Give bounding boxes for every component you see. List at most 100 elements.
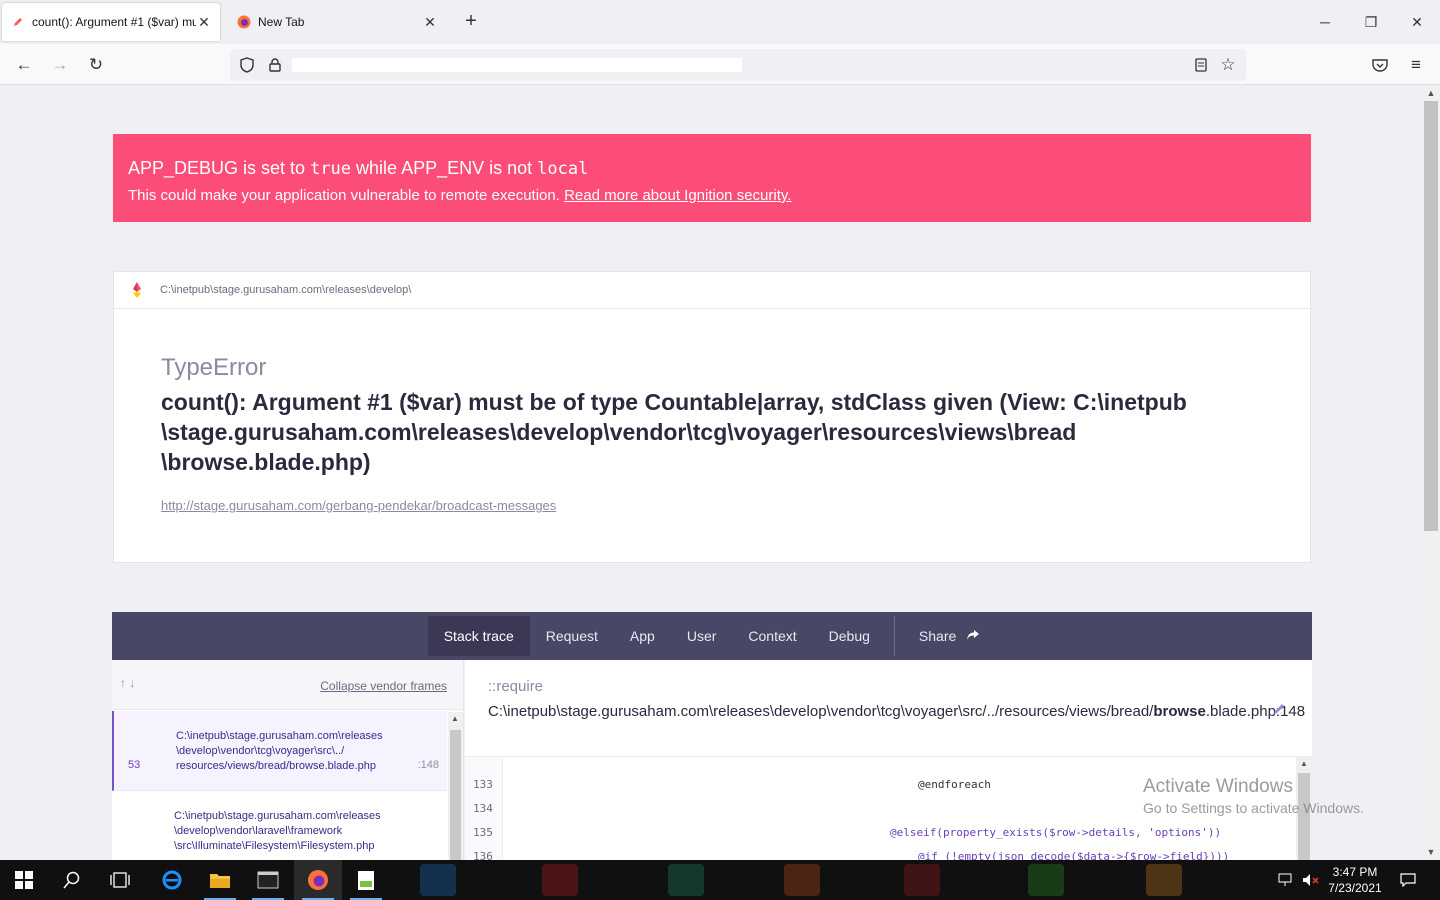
youtube-icon[interactable] [542,864,578,896]
frame-line: :148 [417,759,439,771]
tab-divider [893,616,895,656]
reader-view-icon[interactable] [1192,56,1210,74]
tab-stack-trace[interactable]: Stack trace [427,616,530,656]
reload-icon[interactable]: ↻ [82,51,110,79]
watermark-title: Activate Windows [1143,776,1293,797]
page-content: APP_DEBUG is set to true while APP_ENV i… [0,85,1422,860]
app-env-label: APP_ENV [401,158,485,178]
local-value: local [537,159,589,179]
frame-nav-arrows-icon[interactable]: ↑ ↓ [120,676,135,690]
lock-icon[interactable] [266,56,284,74]
frame-number: 53 [128,759,141,771]
new-tab-button[interactable]: + [460,10,482,32]
tab-debug[interactable]: Debug [813,616,886,656]
notifications-icon[interactable] [1394,860,1422,900]
error-card-header: C:\inetpub\stage.gurusaham.com\releases\… [114,272,1310,309]
window-close-icon[interactable]: ✕ [1394,0,1440,44]
tab-app[interactable]: App [614,616,671,656]
warning-description: This could make your application vulnera… [128,187,565,204]
request-url-link[interactable]: http://stage.gurusaham.com/gerbang-pende… [161,498,556,513]
volume-muted-icon[interactable] [1300,860,1322,900]
debug-warning-banner: APP_DEBUG is set to true while APP_ENV i… [113,134,1311,222]
scroll-up-icon[interactable]: ▲ [1422,86,1440,100]
clock-time: 3:47 PM [1332,865,1378,879]
pinned-app-icon[interactable] [1146,864,1182,896]
close-tab-icon[interactable]: ✕ [196,14,212,30]
line-number-gutter: 133 134 135 136 [465,757,503,860]
frame-path-dir: C:\inetpub\stage.gurusaham.com\releases\… [488,703,1154,720]
tab-title: count(): Argument #1 ($var) mus [32,15,196,29]
pencil-favicon-icon [10,14,26,30]
pinned-app-icon[interactable] [784,864,820,896]
pinned-app-icon[interactable] [1028,864,1064,896]
pinned-app-icon[interactable] [420,864,456,896]
frames-scroll-thumb[interactable] [450,730,461,860]
pencil-edit-icon[interactable] [1272,702,1288,718]
pinned-app-icon[interactable] [668,864,704,896]
pocket-icon[interactable] [1366,51,1394,79]
ignition-security-link[interactable]: Read more about Ignition security. [564,187,791,204]
close-tab-icon[interactable]: ✕ [422,14,438,30]
warning-subtext: This could make your application vulnera… [128,185,1296,207]
firefox-taskbar-icon[interactable] [294,860,342,900]
tab-context[interactable]: Context [732,616,812,656]
warning-text: while [351,158,402,178]
internet-explorer-icon[interactable] [148,860,196,900]
page-scrollbar[interactable]: ▲ ▼ [1422,85,1440,860]
shield-icon[interactable] [238,56,256,74]
windows-start-icon[interactable] [0,860,48,900]
back-arrow-icon[interactable]: ← [10,51,38,79]
collapse-vendor-frames-link[interactable]: Collapse vendor frames [320,679,447,693]
frame-path-line: .blade.php:148 [1205,703,1306,720]
frame-detail-panel: ::require C:\inetpub\stage.gurusaham.com… [465,660,1312,860]
minimize-icon[interactable]: ─ [1302,0,1348,44]
line-number: 133 [473,778,493,791]
page-scroll-thumb[interactable] [1424,101,1438,531]
true-value: true [310,159,352,179]
frame-function: ::require [488,678,544,695]
browser-tab-bar: count(): Argument #1 ($var) mus ✕ New Ta… [0,0,1440,44]
windows-taskbar: 3:47 PM 7/23/2021 [0,860,1440,900]
terminal-icon[interactable] [244,860,292,900]
stack-frames-panel: ↑ ↓ Collapse vendor frames 53 C:\inetpub… [112,660,464,860]
ignition-logo-icon [114,272,160,309]
bookmark-star-icon[interactable]: ☆ [1218,55,1238,75]
notepad-plus-icon[interactable] [342,860,390,900]
activate-windows-watermark: Activate Windows Go to Settings to activ… [1143,776,1364,816]
frame-path: C:\inetpub\stage.gurusaham.com\releases\… [488,702,1305,722]
line-number: 134 [473,802,493,815]
network-icon[interactable] [1276,860,1298,900]
warning-text: is not [484,158,538,178]
scroll-up-icon[interactable]: ▲ [1300,759,1308,768]
warning-text: is set to [238,158,311,178]
scroll-up-icon[interactable]: ▲ [451,714,459,723]
hamburger-menu-icon[interactable]: ≡ [1402,51,1430,79]
frame-file: C:\inetpub\stage.gurusaham.com\releases … [176,730,383,772]
system-clock[interactable]: 3:47 PM 7/23/2021 [1320,864,1390,896]
search-icon[interactable] [48,860,96,900]
tab-request[interactable]: Request [530,616,614,656]
frames-scrollbar[interactable]: ▲ [448,712,463,860]
tab-title: New Tab [258,15,305,29]
pinned-app-icon[interactable] [904,864,940,896]
error-card: C:\inetpub\stage.gurusaham.com\releases\… [113,271,1311,563]
code-line: @endforeach [918,778,991,791]
restore-icon[interactable]: ❐ [1348,0,1394,44]
task-view-icon[interactable] [96,860,144,900]
url-text-redacted[interactable] [292,58,742,72]
exception-message: count(): Argument #1 ($var) must be of t… [161,389,1187,475]
file-explorer-icon[interactable] [196,860,244,900]
share-button[interactable]: Share [903,616,996,656]
url-bar[interactable]: ☆ [230,49,1246,81]
code-line: @elseif(property_exists($row->details, '… [890,826,1222,839]
tab-active[interactable]: count(): Argument #1 ($var) mus ✕ [2,3,220,41]
scroll-down-icon[interactable]: ▼ [1422,845,1440,859]
stack-frame[interactable]: C:\inetpub\stage.gurusaham.com\releases … [112,791,447,860]
browser-nav-bar: ← → ↻ ☆ ≡ [0,44,1440,85]
tab-new-tab[interactable]: New Tab ✕ [228,4,446,40]
forward-arrow-icon[interactable]: → [46,51,74,79]
stack-frame[interactable]: 53 C:\inetpub\stage.gurusaham.com\releas… [112,711,447,791]
watermark-subtitle: Go to Settings to activate Windows. [1143,800,1364,816]
frames-header: ↑ ↓ Collapse vendor frames [112,660,463,710]
tab-user[interactable]: User [671,616,733,656]
